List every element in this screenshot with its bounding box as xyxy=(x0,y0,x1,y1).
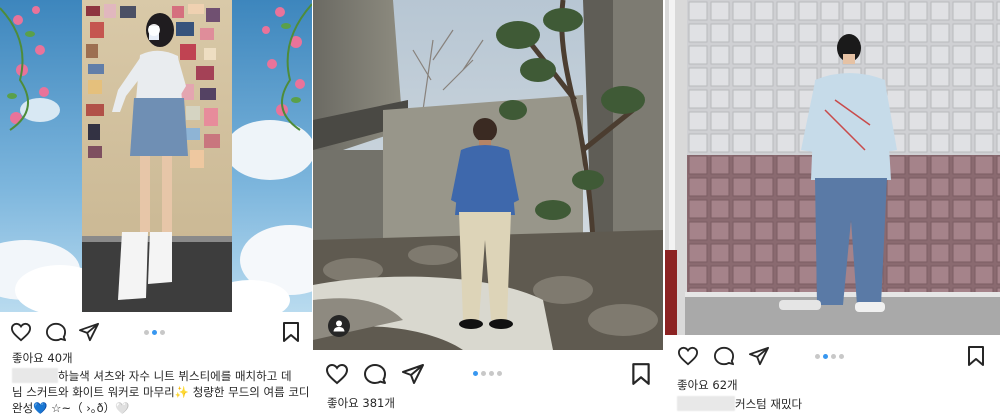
carousel-indicator xyxy=(144,330,165,335)
carousel-indicator xyxy=(473,371,502,376)
post-3-photo[interactable] xyxy=(665,0,1000,335)
bookmark-icon[interactable] xyxy=(631,362,651,386)
share-icon[interactable] xyxy=(401,363,425,385)
carousel-dot xyxy=(815,354,820,359)
heart-icon[interactable] xyxy=(325,363,349,385)
carousel-dot xyxy=(831,354,836,359)
post-3-caption: 커스텀 재밌다 xyxy=(677,396,987,412)
username-redacted[interactable] xyxy=(12,368,58,383)
post-3-action-bar xyxy=(665,340,1000,372)
share-icon[interactable] xyxy=(78,322,100,342)
carousel-dot xyxy=(489,371,494,376)
bookmark-icon[interactable] xyxy=(967,345,985,367)
post-1-action-bar xyxy=(0,316,312,348)
comment-icon[interactable] xyxy=(713,346,735,366)
post-2-action-bar xyxy=(313,357,663,389)
carousel-dot-active xyxy=(823,354,828,359)
user-tag-icon[interactable] xyxy=(328,315,350,337)
bookmark-icon[interactable] xyxy=(282,321,300,343)
post-1-image xyxy=(0,0,312,312)
post-2: 좋아요 381개 xyxy=(313,0,663,418)
carousel-dot xyxy=(160,330,165,335)
post-3-likes[interactable]: 좋아요 62개 xyxy=(677,377,738,393)
comment-icon[interactable] xyxy=(363,363,387,385)
carousel-dot-active xyxy=(473,371,478,376)
post-3: 좋아요 62개 커스텀 재밌다 xyxy=(665,0,1000,418)
caption-line: 님 스커트와 화이트 워커로 마무리✨ 청량한 무드의 여름 코디 xyxy=(12,385,310,399)
caption-line: 커스텀 재밌다 xyxy=(735,397,803,411)
carousel-indicator xyxy=(815,354,844,359)
carousel-dot xyxy=(481,371,486,376)
post-1-photo[interactable] xyxy=(0,0,312,312)
caption-line: 하늘색 셔츠와 자수 니트 뷔스티에를 매치하고 데 xyxy=(58,369,292,383)
comment-icon[interactable] xyxy=(45,322,67,342)
post-3-image xyxy=(665,0,1000,335)
carousel-dot-active xyxy=(152,330,157,335)
carousel-dot xyxy=(839,354,844,359)
share-icon[interactable] xyxy=(748,346,770,366)
post-1-caption: 하늘색 셔츠와 자수 니트 뷔스티에를 매치하고 데 님 스커트와 화이트 워커… xyxy=(12,368,310,416)
username-redacted[interactable] xyxy=(677,396,735,411)
heart-icon[interactable] xyxy=(677,346,699,366)
post-1: 좋아요 40개 하늘색 셔츠와 자수 니트 뷔스티에를 매치하고 데 님 스커트… xyxy=(0,0,312,418)
caption-line: 완성💙 ☆~（ ›｡ð）🤍 xyxy=(12,401,130,415)
person-glyph xyxy=(333,320,345,332)
carousel-dot xyxy=(497,371,502,376)
post-1-likes[interactable]: 좋아요 40개 xyxy=(12,350,73,366)
post-2-likes[interactable]: 좋아요 381개 xyxy=(327,395,395,411)
post-2-image xyxy=(313,0,663,350)
post-2-photo[interactable] xyxy=(313,0,663,350)
instagram-posts-collage: 좋아요 40개 하늘색 셔츠와 자수 니트 뷔스티에를 매치하고 데 님 스커트… xyxy=(0,0,1000,418)
heart-icon[interactable] xyxy=(10,322,32,342)
carousel-dot xyxy=(144,330,149,335)
